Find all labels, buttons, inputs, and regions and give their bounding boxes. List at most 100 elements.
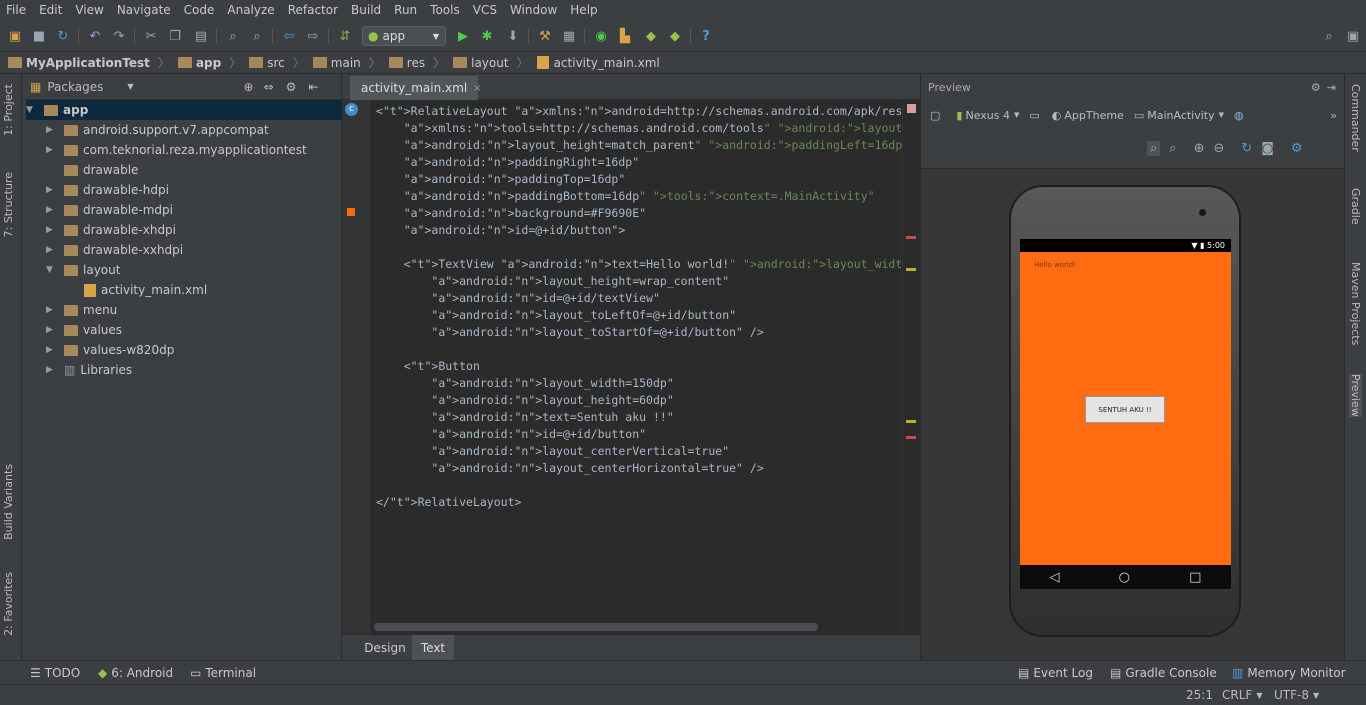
home-icon[interactable]: ○: [1119, 570, 1130, 585]
redo-icon[interactable]: ↷: [110, 27, 128, 45]
tool-android[interactable]: ◆ 6: Android: [98, 661, 173, 685]
breadcrumb-item[interactable]: res 〉: [388, 54, 445, 71]
gear-icon[interactable]: ⚙: [1311, 81, 1321, 94]
horizontal-scrollbar[interactable]: [370, 620, 902, 634]
android-device-icon[interactable]: ◆: [666, 27, 684, 45]
menu-build[interactable]: Build: [351, 3, 381, 17]
open-folder-icon[interactable]: ▣: [6, 27, 24, 45]
scroll-from-source-icon[interactable]: ⊕: [244, 80, 254, 94]
make-project-icon[interactable]: ⇵: [336, 27, 354, 45]
chevron-right-icon[interactable]: ▶: [46, 325, 58, 335]
find-icon[interactable]: ⌕: [224, 27, 242, 45]
run-config-select[interactable]: ● app ▼: [362, 26, 446, 46]
menu-tools[interactable]: Tools: [430, 3, 460, 17]
tool-memory-monitor[interactable]: ▥ Memory Monitor: [1232, 661, 1346, 685]
tree-item[interactable]: ▶ drawable-xxhdpi: [46, 240, 183, 260]
tree-item-app[interactable]: ▼ app: [26, 100, 342, 120]
scrollbar-thumb[interactable]: [374, 623, 818, 631]
chevron-right-icon[interactable]: ▶: [46, 185, 58, 195]
attach-debugger-icon[interactable]: ⬇: [504, 27, 522, 45]
tree-item[interactable]: ▼ layout: [46, 260, 120, 280]
editor-gutter[interactable]: c: [342, 100, 370, 634]
locale-globe-icon[interactable]: ◍: [1234, 109, 1244, 122]
menu-help[interactable]: Help: [570, 3, 597, 17]
back-icon[interactable]: ⇦: [280, 27, 298, 45]
chevron-down-icon[interactable]: ▼: [26, 105, 38, 115]
chevron-right-icon[interactable]: ▶: [46, 225, 58, 235]
tree-item[interactable]: ▶ values: [46, 320, 122, 340]
hide-panel-icon[interactable]: ⇤: [308, 80, 318, 94]
tool-terminal[interactable]: ▭ Terminal: [190, 661, 256, 685]
chevron-right-icon[interactable]: ▶: [46, 305, 58, 315]
activity-select[interactable]: MainActivity: [1147, 109, 1214, 122]
chevron-down-icon[interactable]: ▼: [46, 265, 58, 275]
breadcrumb-item[interactable]: main 〉: [312, 54, 381, 71]
avd-manager-icon[interactable]: ◉: [592, 27, 610, 45]
tab-favorites[interactable]: 2: Favorites: [2, 572, 15, 636]
android-sync-icon[interactable]: ◆: [642, 27, 660, 45]
chevron-right-icon[interactable]: ▶: [46, 345, 58, 355]
tab-gradle[interactable]: Gradle: [1349, 188, 1362, 225]
tree-item[interactable]: ▶ values-w820dp: [46, 340, 174, 360]
sentuh-button[interactable]: SENTUH AKU !!: [1085, 396, 1165, 423]
device-monitor-icon[interactable]: ▙: [616, 27, 634, 45]
orientation-icon[interactable]: ▭: [1029, 109, 1039, 122]
tab-build-variants[interactable]: Build Variants: [2, 464, 15, 540]
recents-icon[interactable]: □: [1189, 570, 1201, 585]
tab-design[interactable]: Design: [358, 635, 412, 661]
cut-icon[interactable]: ✂: [142, 27, 160, 45]
gear-icon[interactable]: ⚙: [286, 80, 297, 94]
undo-icon[interactable]: ↶: [86, 27, 104, 45]
chevron-down-icon[interactable]: ▼: [1219, 111, 1224, 119]
view-mode-select[interactable]: Packages: [47, 80, 103, 94]
tree-item[interactable]: drawable: [46, 160, 138, 180]
refresh-icon[interactable]: ↻: [1241, 141, 1252, 156]
breadcrumb-item[interactable]: app 〉: [177, 54, 241, 71]
zoom-actual-icon[interactable]: ⌕: [1147, 140, 1161, 156]
tool-todo[interactable]: ☰ TODO: [30, 661, 80, 685]
menu-navigate[interactable]: Navigate: [117, 3, 171, 17]
chevron-down-icon[interactable]: ▼: [1014, 111, 1019, 119]
theme-select[interactable]: AppTheme: [1064, 109, 1123, 122]
file-encoding[interactable]: UTF-8 ▼: [1274, 685, 1319, 705]
error-stripe[interactable]: [902, 100, 920, 634]
zoom-fit-icon[interactable]: ⌕: [1169, 141, 1176, 156]
back-icon[interactable]: ◁: [1050, 570, 1060, 585]
breadcrumb-item[interactable]: activity_main.xml: [536, 56, 660, 70]
copy-icon[interactable]: ❐: [166, 27, 184, 45]
breadcrumb-item[interactable]: layout 〉: [453, 54, 529, 71]
tree-item-file[interactable]: activity_main.xml: [84, 280, 207, 300]
chevron-right-icon[interactable]: ▶: [46, 365, 58, 375]
caret-position[interactable]: 25:1: [1186, 685, 1213, 705]
breadcrumb-item[interactable]: src 〉: [249, 54, 305, 71]
tree-item[interactable]: ▶ drawable-hdpi: [46, 180, 169, 200]
run-icon[interactable]: ▶: [454, 27, 472, 45]
chevron-right-icon[interactable]: ▶: [46, 125, 58, 135]
code-editor[interactable]: <"t">RelativeLayout "a">xmlns:"n">androi…: [370, 100, 902, 634]
collapse-all-icon[interactable]: ⇔: [264, 80, 274, 94]
zoom-in-icon[interactable]: ⊕: [1194, 141, 1205, 156]
chevron-right-icon[interactable]: ▶: [46, 205, 58, 215]
gear-icon[interactable]: ⚙: [1291, 141, 1303, 156]
menu-view[interactable]: View: [75, 3, 103, 17]
render-options-icon[interactable]: ▢: [930, 109, 940, 122]
menu-edit[interactable]: Edit: [39, 3, 62, 17]
sync-icon[interactable]: ↻: [54, 27, 72, 45]
tree-item[interactable]: ▶ drawable-mdpi: [46, 200, 173, 220]
tree-item[interactable]: ▶ com.teknorial.reza.myapplicationtest: [46, 140, 307, 160]
replace-icon[interactable]: ⌕: [248, 27, 266, 45]
save-icon[interactable]: ■: [30, 27, 48, 45]
project-structure-icon[interactable]: ⚒: [536, 27, 554, 45]
tool-gradle-console[interactable]: ▤ Gradle Console: [1110, 661, 1217, 685]
chevron-right-icon[interactable]: ▶: [46, 245, 58, 255]
device-select[interactable]: Nexus 4: [965, 109, 1010, 122]
menu-refactor[interactable]: Refactor: [288, 3, 338, 17]
tab-preview[interactable]: Preview: [1349, 374, 1362, 417]
expand-icon[interactable]: »: [1330, 109, 1337, 122]
debug-icon[interactable]: ✱: [478, 27, 496, 45]
tree-item[interactable]: ▶ android.support.v7.appcompat: [46, 120, 269, 140]
close-icon[interactable]: ×: [473, 83, 481, 94]
menu-file[interactable]: File: [6, 3, 26, 17]
menu-run[interactable]: Run: [394, 3, 417, 17]
settings-icon[interactable]: ▣: [1344, 27, 1362, 45]
